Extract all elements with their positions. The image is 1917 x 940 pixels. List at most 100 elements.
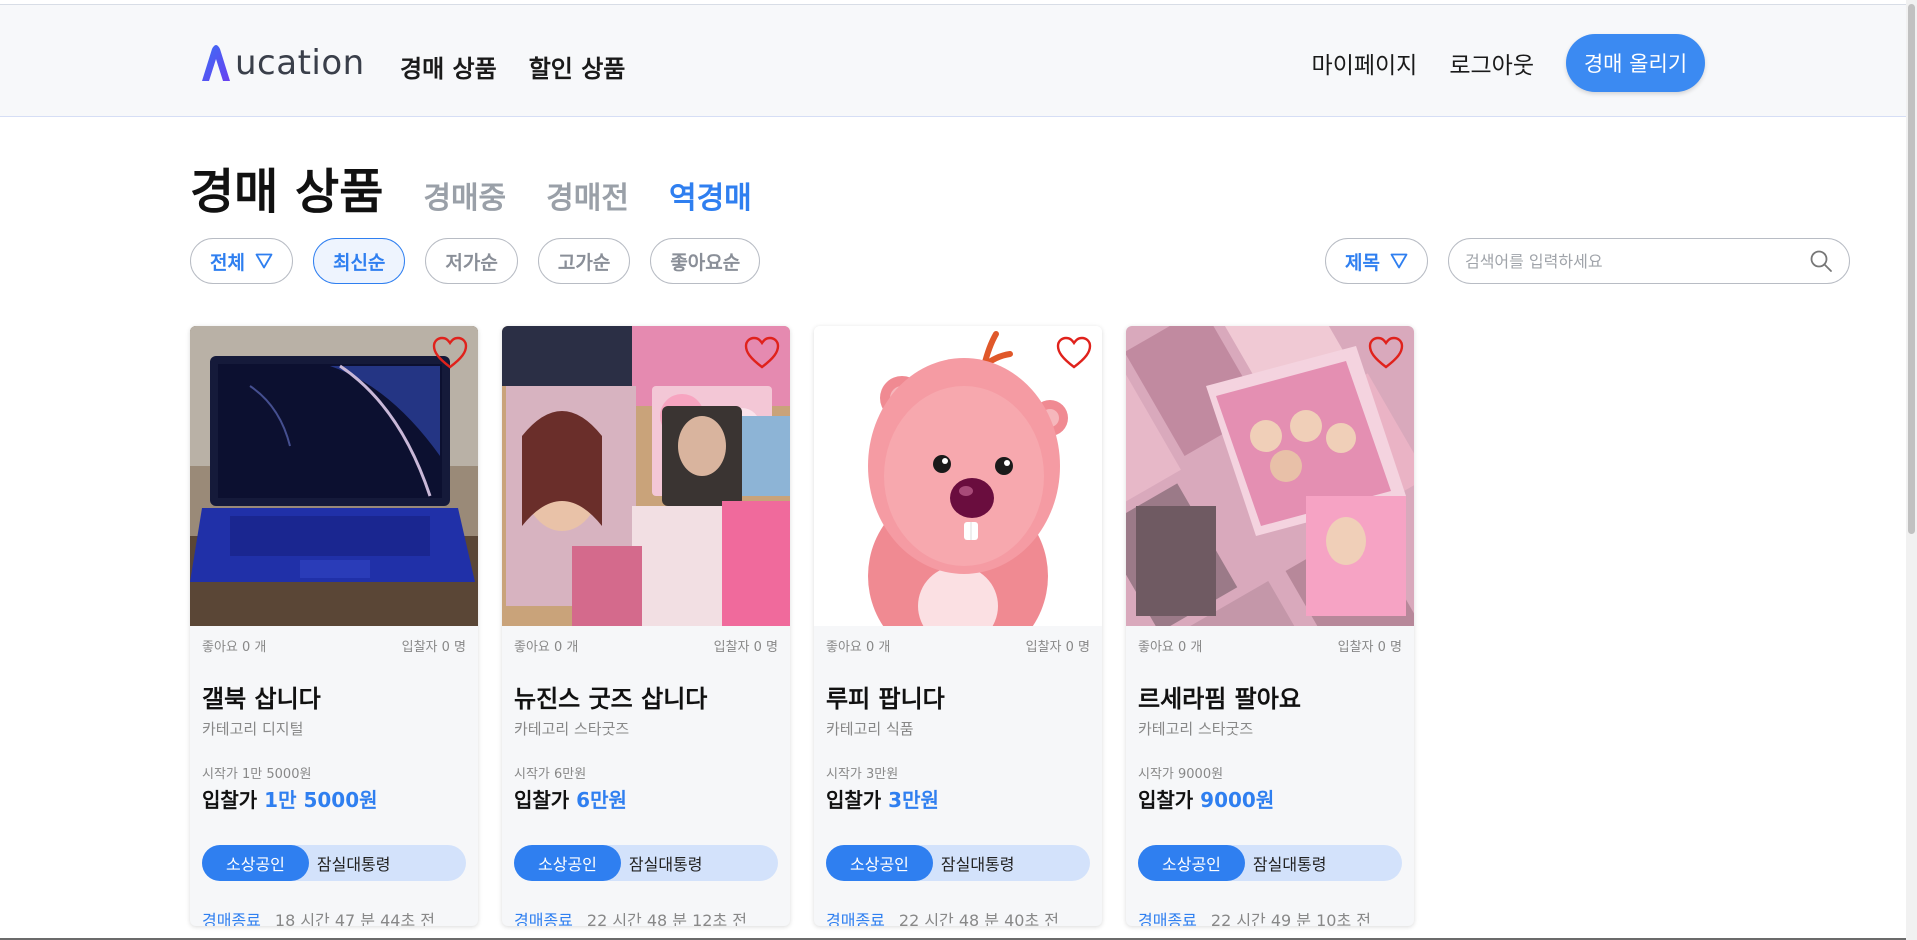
auction-end-label: 경매종료 [1138,911,1197,926]
auction-end-time: 22 시간 48 분 40초 전 [898,911,1059,926]
auction-end-label: 경매종료 [514,911,573,926]
bid-label: 입찰가 [1138,788,1201,812]
product-title: 갤북 삽니다 [202,685,321,713]
logo-mark-icon [202,45,230,81]
heart-icon[interactable] [1056,336,1092,370]
bid-label: 입찰가 [202,788,265,812]
tab-in-progress[interactable]: 경매중 [423,173,506,217]
product-card[interactable]: 좋아요 0 개 입찰자 0 명 르세라핌 팔아요 카테고리 스타굿즈 시작가 9… [1126,326,1414,926]
page-title-row: 경매 상품 경매중 경매전 역경매 [190,152,752,222]
nav-auction-products[interactable]: 경매 상품 [400,49,497,84]
top-header: ucation 경매 상품 할인 상품 마이페이지 로그아웃 경매 올리기 [0,4,1917,117]
likes-count: 좋아요 0 개 [826,640,891,655]
card-meta: 좋아요 0 개 입찰자 0 명 [814,626,1102,655]
product-title: 뉴진스 굿즈 삽니다 [514,685,708,713]
logout-link[interactable]: 로그아웃 [1449,46,1534,80]
search-icon[interactable] [1809,249,1833,273]
seller-name: 잠실대통령 [940,855,1015,874]
seller-type-badge: 소상공인 [514,845,621,881]
bid-price: 입찰가 9000원 [1126,782,1414,813]
auction-end: 경매종료 22 시간 48 분 12초 전 [502,881,790,926]
seller-type-badge: 소상공인 [202,845,309,881]
search-field-label: 제목 [1345,251,1380,274]
bidders-count: 입찰자 0 명 [713,640,778,655]
likes-count: 좋아요 0 개 [514,640,579,655]
seller-name: 잠실대통령 [1252,855,1327,874]
laptop-photo [190,326,478,626]
sort-high-price-button[interactable]: 고가순 [537,238,631,284]
user-nav: 마이페이지 로그아웃 경매 올리기 [1312,34,1705,92]
category-dropdown[interactable]: 전체 [190,238,293,284]
bidders-count: 입찰자 0 명 [1337,640,1402,655]
auction-end-time: 22 시간 48 분 12초 전 [586,911,747,926]
seller-tags: 소상공인 잠실대통령 [1138,845,1402,881]
seller-name: 잠실대통령 [316,855,391,874]
seller-type-badge: 소상공인 [826,845,933,881]
start-price: 시작가 1만 5000원 [202,767,312,782]
bid-price: 입찰가 3만원 [814,782,1102,813]
scrollbar-thumb[interactable] [1908,4,1915,534]
nav-discount-products[interactable]: 할인 상품 [529,49,626,84]
tab-upcoming[interactable]: 경매전 [546,173,629,217]
seller-tags: 소상공인 잠실대통령 [826,845,1090,881]
search-field-dropdown[interactable]: 제목 [1325,238,1428,284]
auction-end: 경매종료 22 시간 48 분 40초 전 [814,881,1102,926]
page-scrollbar[interactable] [1906,0,1917,940]
bidders-count: 입찰자 0 명 [1025,640,1090,655]
product-card-list: 좋아요 0 개 입찰자 0 명 갤북 삽니다 카테고리 디지털 시작가 1만 5… [190,326,1414,926]
heart-icon[interactable] [1368,336,1404,370]
product-card[interactable]: 좋아요 0 개 입찰자 0 명 갤북 삽니다 카테고리 디지털 시작가 1만 5… [190,326,478,926]
sort-latest-button[interactable]: 최신순 [312,238,406,284]
search-input[interactable] [1464,251,1809,271]
product-image-goods [502,326,790,626]
product-category: 카테고리 스타굿즈 [1138,720,1254,738]
loopy-character-illustration [814,326,1102,626]
start-price: 시작가 3만원 [826,767,899,782]
main-nav: 경매 상품 할인 상품 [400,49,625,84]
tab-reverse-auction[interactable]: 역경매 [669,173,752,217]
card-meta: 좋아요 0 개 입찰자 0 명 [190,626,478,655]
bid-amount: 1만 5000원 [264,788,378,812]
bid-amount: 6만원 [576,788,627,812]
goods-photo [502,326,790,626]
bidders-count: 입찰자 0 명 [401,640,466,655]
start-price: 시작가 6만원 [514,767,587,782]
product-card[interactable]: 좋아요 0 개 입찰자 0 명 뉴진스 굿즈 삽니다 카테고리 스타굿즈 시작가… [502,326,790,926]
product-card[interactable]: 좋아요 0 개 입찰자 0 명 루피 팝니다 카테고리 식품 시작가 3만원 입… [814,326,1102,926]
product-image-photocards [1126,326,1414,626]
product-image-laptop [190,326,478,626]
product-category: 카테고리 디지털 [202,720,304,738]
product-title: 루피 팝니다 [826,685,945,713]
triangle-down-icon [1390,253,1408,269]
bid-amount: 9000원 [1200,788,1275,812]
sort-likes-button[interactable]: 좋아요순 [650,238,761,284]
seller-tags: 소상공인 잠실대통령 [202,845,466,881]
sort-low-price-button[interactable]: 저가순 [425,238,518,284]
seller-tags: 소상공인 잠실대통령 [514,845,778,881]
bid-amount: 3만원 [888,788,939,812]
auction-end-label: 경매종료 [826,911,885,926]
auction-end-time: 22 시간 49 분 10초 전 [1210,911,1371,926]
product-category: 카테고리 식품 [826,720,914,738]
sort-filters: 전체 최신순 저가순 고가순 좋아요순 [190,238,761,284]
product-title: 르세라핌 팔아요 [1138,685,1301,713]
upload-auction-button[interactable]: 경매 올리기 [1566,34,1705,92]
heart-icon[interactable] [432,336,468,370]
mypage-link[interactable]: 마이페이지 [1312,46,1418,80]
seller-type-badge: 소상공인 [1138,845,1245,881]
card-meta: 좋아요 0 개 입찰자 0 명 [502,626,790,655]
logo[interactable]: ucation [199,43,365,83]
page-title: 경매 상품 [190,164,384,220]
auction-end-label: 경매종료 [202,911,261,926]
product-category: 카테고리 스타굿즈 [514,720,630,738]
start-price: 시작가 9000원 [1138,767,1224,782]
heart-icon[interactable] [744,336,780,370]
seller-name: 잠실대통령 [628,855,703,874]
card-meta: 좋아요 0 개 입찰자 0 명 [1126,626,1414,655]
bid-label: 입찰가 [826,788,889,812]
search-area: 제목 [1325,238,1850,284]
photocards-photo [1126,326,1414,626]
likes-count: 좋아요 0 개 [1138,640,1203,655]
auction-end: 경매종료 22 시간 49 분 10초 전 [1126,881,1414,926]
auction-end: 경매종료 18 시간 47 분 44초 전 [190,881,478,926]
